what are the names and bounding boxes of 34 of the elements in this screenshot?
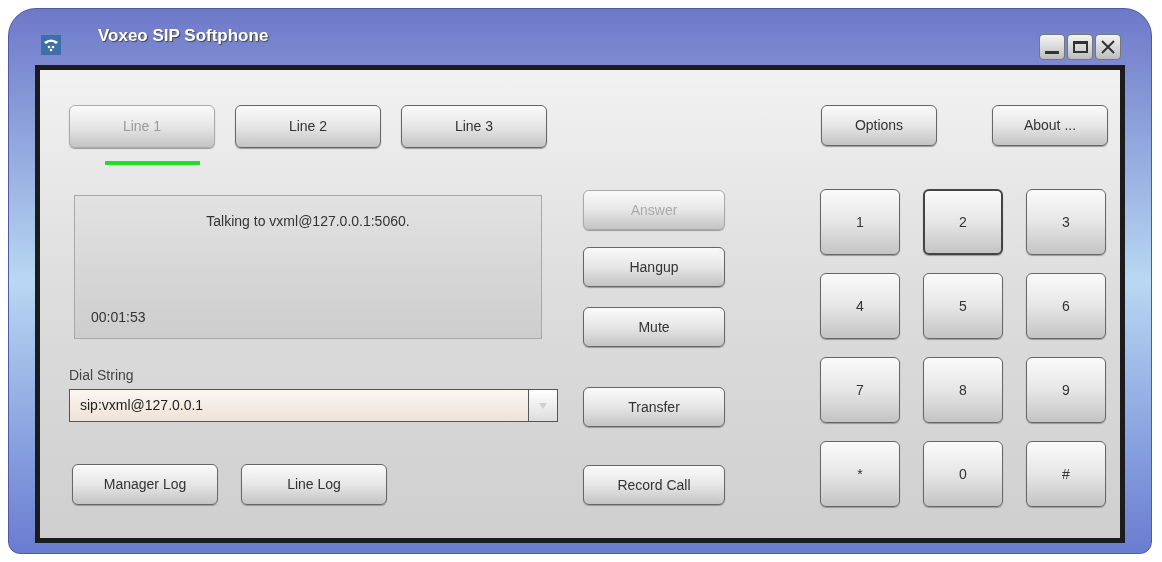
call-button[interactable]: Record Call bbox=[583, 465, 725, 505]
about-button[interactable]: About ... bbox=[992, 105, 1108, 146]
window-title: Voxeo SIP Softphone bbox=[98, 25, 269, 47]
keypad-key[interactable]: 7 bbox=[820, 357, 900, 423]
call-button[interactable]: Mute bbox=[583, 307, 725, 347]
dial-string-field[interactable]: sip:vxml@127.0.0.1 bbox=[69, 389, 529, 422]
log-button[interactable]: Manager Log bbox=[72, 464, 218, 505]
log-button[interactable]: Line Log bbox=[241, 464, 387, 505]
dropdown-icon bbox=[539, 402, 547, 409]
minimize-button[interactable] bbox=[1039, 34, 1065, 60]
phone-icon bbox=[41, 35, 61, 55]
keypad-key[interactable]: 9 bbox=[1026, 357, 1106, 423]
call-button[interactable]: Transfer bbox=[583, 387, 725, 427]
keypad-key[interactable]: 4 bbox=[820, 273, 900, 339]
status-message: Talking to vxml@127.0.0.1:5060. bbox=[206, 212, 410, 231]
keypad-key[interactable]: 6 bbox=[1026, 273, 1106, 339]
keypad-key[interactable]: 1 bbox=[820, 189, 900, 255]
close-icon bbox=[1101, 40, 1115, 54]
close-button[interactable] bbox=[1095, 34, 1121, 60]
options-button[interactable]: Options bbox=[821, 105, 937, 146]
keypad-key[interactable]: 3 bbox=[1026, 189, 1106, 255]
keypad-key[interactable]: 0 bbox=[923, 441, 1003, 507]
keypad-key[interactable]: 8 bbox=[923, 357, 1003, 423]
line-tab[interactable]: Line 2 bbox=[235, 105, 381, 148]
maximize-button[interactable] bbox=[1067, 34, 1093, 60]
call-button[interactable]: Hangup bbox=[583, 247, 725, 287]
field-label: Dial String bbox=[69, 366, 134, 385]
keypad-key[interactable]: # bbox=[1026, 441, 1106, 507]
keypad-key[interactable]: * bbox=[820, 441, 900, 507]
call-timer: 00:01:53 bbox=[91, 308, 147, 327]
dropdown-button[interactable] bbox=[529, 389, 558, 422]
line-tab[interactable]: Line 3 bbox=[401, 105, 547, 148]
keypad-key[interactable]: 5 bbox=[923, 273, 1003, 339]
keypad-key[interactable]: 2 bbox=[923, 189, 1003, 255]
